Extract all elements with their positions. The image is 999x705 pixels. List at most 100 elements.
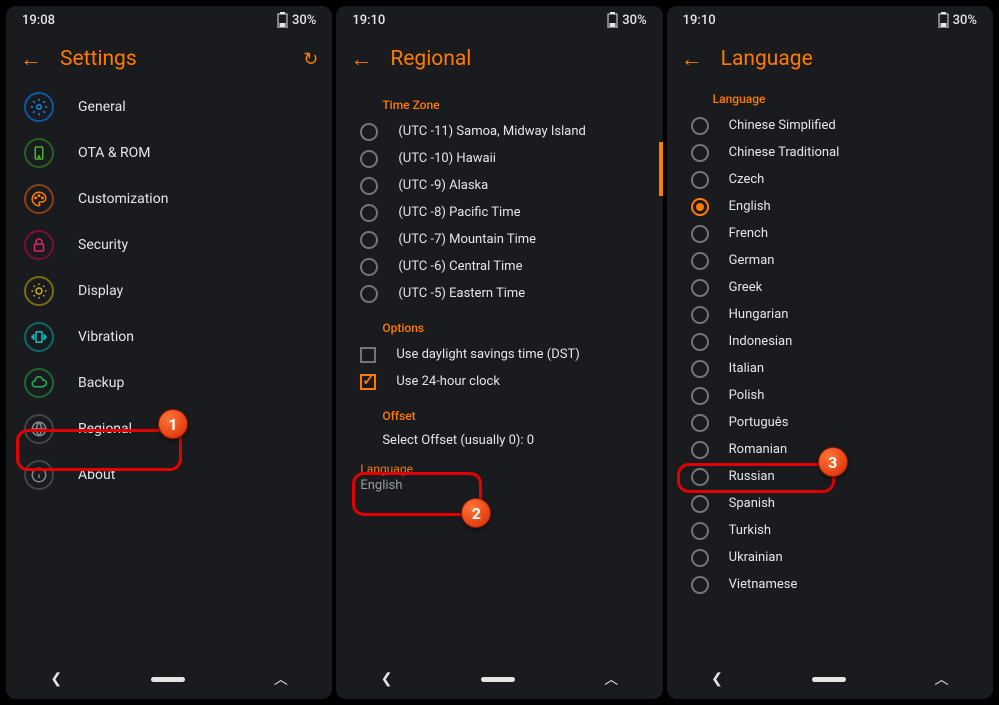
status-bar: 19:10 30% <box>336 6 662 34</box>
back-button[interactable]: ← <box>350 46 372 72</box>
language-option[interactable]: Hungarian <box>667 301 993 328</box>
language-label: Chinese Simplified <box>729 118 836 133</box>
language-option[interactable]: German <box>667 247 993 274</box>
tz-option[interactable]: (UTC -9) Alaska <box>336 172 662 199</box>
section-timezone: Time Zone <box>336 84 662 118</box>
settings-item-vibration[interactable]: Vibration <box>6 314 332 360</box>
header: ← Settings ↻ <box>6 34 332 84</box>
radio-icon <box>691 414 709 432</box>
radio-icon <box>691 387 709 405</box>
gear-icon <box>24 92 54 122</box>
nav-back[interactable]: ❮ <box>50 671 62 687</box>
badge-1: 1 <box>158 409 188 439</box>
scroll-indicator <box>659 142 663 196</box>
nav-home[interactable] <box>812 677 846 682</box>
language-label: Vietnamese <box>729 577 798 592</box>
status-time: 19:10 <box>352 13 385 28</box>
palette-icon <box>24 184 54 214</box>
radio-icon <box>691 279 709 297</box>
refresh-button[interactable]: ↻ <box>303 49 318 70</box>
cloud-icon <box>24 368 54 398</box>
nav-back[interactable]: ❮ <box>381 671 393 687</box>
radio-icon <box>691 306 709 324</box>
battery-pct: 30% <box>292 13 316 28</box>
globe-icon <box>24 414 54 444</box>
settings-list: General OTA & ROM Customization Security… <box>6 84 332 659</box>
language-label: Russian <box>729 469 775 484</box>
language-option[interactable]: Indonesian <box>667 328 993 355</box>
label: OTA & ROM <box>78 145 151 161</box>
language-block[interactable]: Language English <box>336 460 662 501</box>
nav-home[interactable] <box>151 677 185 682</box>
tz-option[interactable]: (UTC -7) Mountain Time <box>336 226 662 253</box>
section-language: Language <box>667 84 993 112</box>
language-option[interactable]: French <box>667 220 993 247</box>
battery-icon <box>607 12 618 28</box>
back-button[interactable]: ← <box>681 46 703 72</box>
language-option[interactable]: Turkish <box>667 517 993 544</box>
settings-item-ota[interactable]: OTA & ROM <box>6 130 332 176</box>
language-option[interactable]: Vietnamese <box>667 571 993 598</box>
language-label: Spanish <box>729 496 775 511</box>
language-option[interactable]: Português <box>667 409 993 436</box>
language-option[interactable]: Spanish <box>667 490 993 517</box>
settings-item-security[interactable]: Security <box>6 222 332 268</box>
nav-bar: ❮ ︿ <box>667 659 993 699</box>
language-value: English <box>360 478 638 493</box>
language-option[interactable]: Chinese Simplified <box>667 112 993 139</box>
screen-settings: 19:08 30% ← Settings ↻ General OTA & ROM… <box>6 6 332 699</box>
language-label: Polish <box>729 388 765 403</box>
language-option[interactable]: Italian <box>667 355 993 382</box>
nav-back[interactable]: ❮ <box>711 671 723 687</box>
battery-pct: 30% <box>622 13 646 28</box>
label: Backup <box>78 375 124 391</box>
language-label: French <box>729 226 768 241</box>
back-button[interactable]: ← <box>20 46 42 72</box>
nav-recent[interactable]: ︿ <box>935 669 949 689</box>
tz-option[interactable]: (UTC -8) Pacific Time <box>336 199 662 226</box>
language-option[interactable]: Ukrainian <box>667 544 993 571</box>
settings-item-about[interactable]: About <box>6 452 332 498</box>
tz-label: (UTC -5) Eastern Time <box>398 286 525 301</box>
radio-icon <box>360 204 378 222</box>
radio-icon <box>691 441 709 459</box>
header: ← Regional <box>336 34 662 84</box>
language-option[interactable]: Chinese Traditional <box>667 139 993 166</box>
language-option[interactable]: English <box>667 193 993 220</box>
tz-option[interactable]: (UTC -10) Hawaii <box>336 145 662 172</box>
option-dst[interactable]: Use daylight savings time (DST) <box>336 341 662 368</box>
section-language: Language <box>360 462 638 476</box>
settings-item-customization[interactable]: Customization <box>6 176 332 222</box>
nav-bar: ❮ ︿ <box>6 659 332 699</box>
language-label: Português <box>729 415 789 430</box>
settings-item-display[interactable]: Display <box>6 268 332 314</box>
screen-language: 19:10 30% ← Language Language Chinese Si… <box>667 6 993 699</box>
offset-value[interactable]: Select Offset (usually 0): 0 <box>336 429 662 460</box>
tz-label: (UTC -6) Central Time <box>398 259 522 274</box>
settings-item-general[interactable]: General <box>6 84 332 130</box>
tz-option[interactable]: (UTC -5) Eastern Time <box>336 280 662 307</box>
tz-option[interactable]: (UTC -6) Central Time <box>336 253 662 280</box>
language-option[interactable]: Czech <box>667 166 993 193</box>
status-time: 19:10 <box>683 13 716 28</box>
section-options: Options <box>336 307 662 341</box>
language-label: Romanian <box>729 442 788 457</box>
language-option[interactable]: Greek <box>667 274 993 301</box>
radio-icon <box>360 123 378 141</box>
regional-content: Time Zone (UTC -11) Samoa, Midway Island… <box>336 84 662 659</box>
tz-option[interactable]: (UTC -11) Samoa, Midway Island <box>336 118 662 145</box>
radio-icon <box>691 252 709 270</box>
nav-bar: ❮ ︿ <box>336 659 662 699</box>
settings-item-backup[interactable]: Backup <box>6 360 332 406</box>
nav-recent[interactable]: ︿ <box>604 669 618 689</box>
nav-recent[interactable]: ︿ <box>274 669 288 689</box>
radio-icon <box>691 117 709 135</box>
nav-home[interactable] <box>481 677 515 682</box>
radio-icon <box>360 177 378 195</box>
info-icon <box>24 460 54 490</box>
language-option[interactable]: Polish <box>667 382 993 409</box>
option-24h[interactable]: Use 24-hour clock <box>336 368 662 395</box>
radio-icon <box>691 198 709 216</box>
radio-icon <box>691 495 709 513</box>
radio-icon <box>691 522 709 540</box>
